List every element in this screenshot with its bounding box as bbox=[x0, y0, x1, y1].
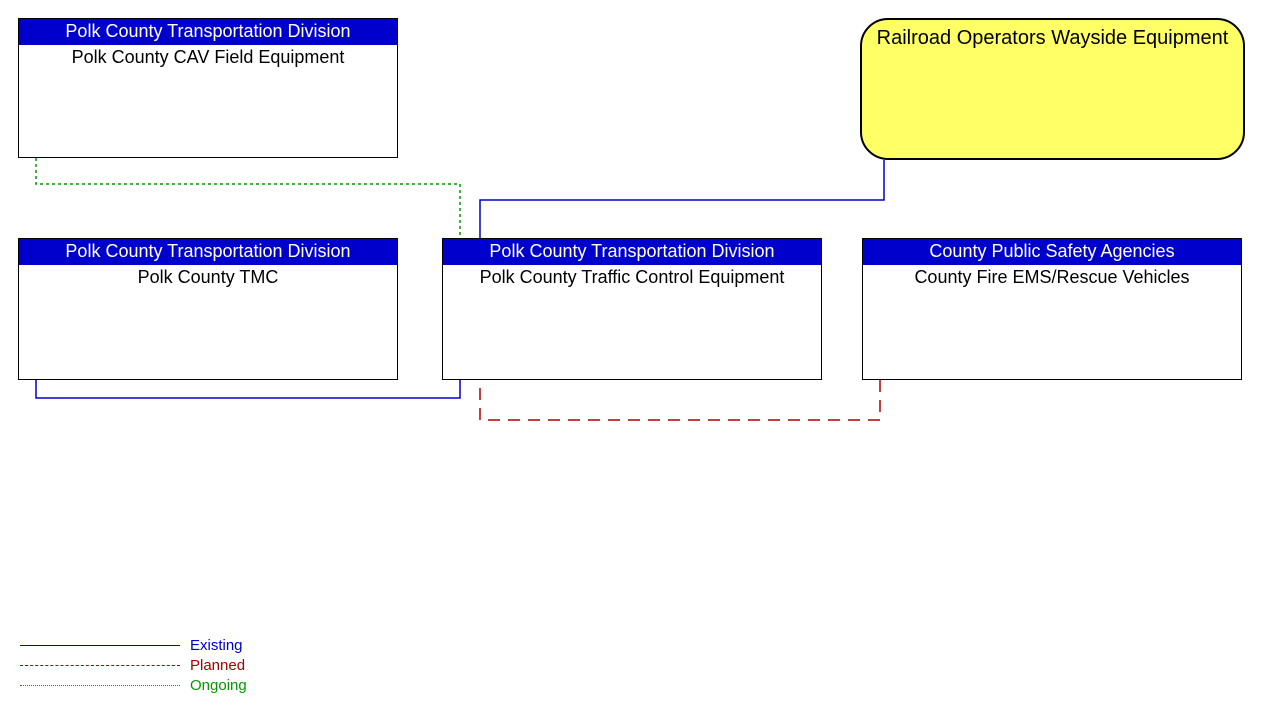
node-polk-traffic-control-equipment[interactable]: Polk County Transportation Division Polk… bbox=[442, 238, 822, 380]
node-polk-tmc[interactable]: Polk County Transportation Division Polk… bbox=[18, 238, 398, 380]
node-county-fire-ems-vehicles[interactable]: County Public Safety Agencies County Fir… bbox=[862, 238, 1242, 380]
legend-line-planned bbox=[20, 665, 180, 666]
legend-label-existing: Existing bbox=[190, 637, 243, 654]
node-body: County Fire EMS/Rescue Vehicles bbox=[863, 265, 1241, 291]
legend: Existing Planned Ongoing bbox=[20, 635, 247, 695]
legend-label-ongoing: Ongoing bbox=[190, 677, 247, 694]
connector-cav-to-traffic bbox=[36, 158, 460, 238]
legend-line-ongoing bbox=[20, 685, 180, 686]
node-body: Polk County TMC bbox=[19, 265, 397, 291]
legend-label-planned: Planned bbox=[190, 657, 245, 674]
legend-row-existing: Existing bbox=[20, 635, 247, 655]
legend-line-existing bbox=[20, 645, 180, 646]
legend-row-ongoing: Ongoing bbox=[20, 675, 247, 695]
legend-row-planned: Planned bbox=[20, 655, 247, 675]
connector-tmc-to-traffic bbox=[36, 380, 460, 398]
node-polk-cav-field-equipment[interactable]: Polk County Transportation Division Polk… bbox=[18, 18, 398, 158]
node-body: Polk County CAV Field Equipment bbox=[19, 45, 397, 71]
node-railroad-wayside-equipment[interactable]: Railroad Operators Wayside Equipment bbox=[860, 18, 1245, 160]
node-header: Polk County Transportation Division bbox=[19, 239, 397, 265]
connector-railroad-to-traffic bbox=[480, 160, 884, 238]
node-body: Polk County Traffic Control Equipment bbox=[443, 265, 821, 291]
connector-fire-to-traffic bbox=[480, 380, 880, 420]
node-header: Polk County Transportation Division bbox=[19, 19, 397, 45]
node-header: Polk County Transportation Division bbox=[443, 239, 821, 265]
node-body: Railroad Operators Wayside Equipment bbox=[871, 24, 1235, 52]
node-header: County Public Safety Agencies bbox=[863, 239, 1241, 265]
